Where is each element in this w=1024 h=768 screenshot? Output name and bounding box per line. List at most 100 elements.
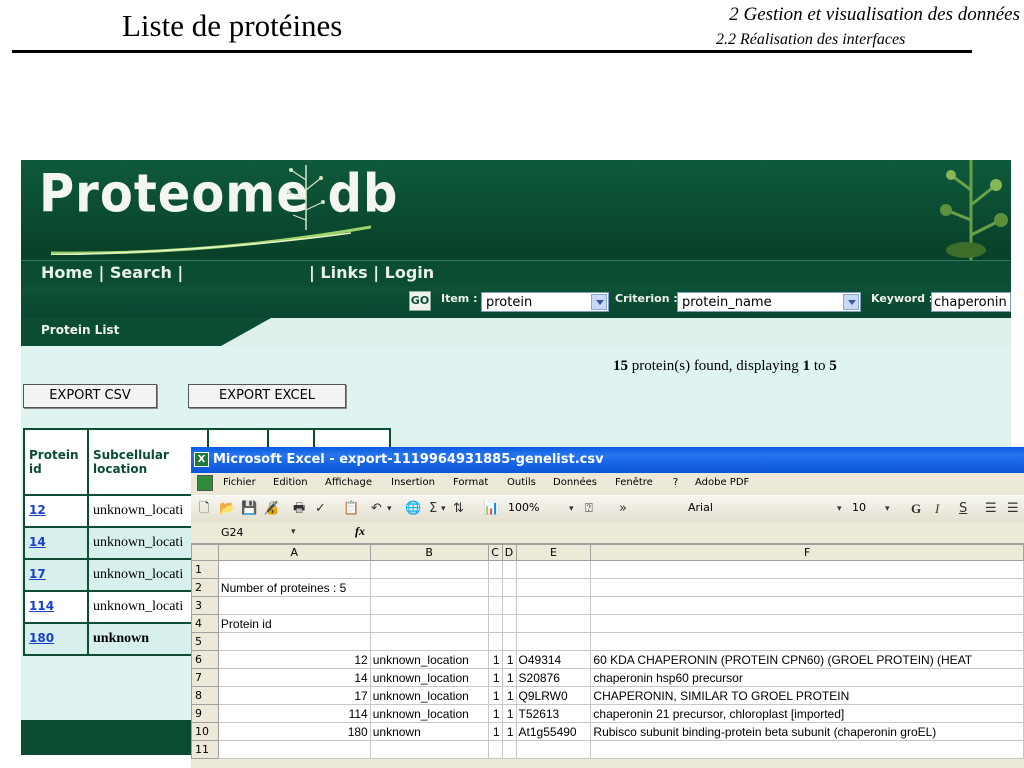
row-header[interactable]: 4 [191, 614, 219, 633]
column-header-d[interactable]: D [501, 544, 517, 561]
criterion-select[interactable]: protein_name [677, 292, 861, 312]
cell[interactable] [369, 740, 489, 759]
cell[interactable]: S20876 [515, 668, 592, 687]
cell[interactable] [487, 740, 503, 759]
cell[interactable] [501, 596, 517, 615]
cell[interactable] [501, 632, 517, 651]
open-folder-icon[interactable]: 📂 [219, 500, 235, 518]
menu-fichier[interactable]: Fichier [223, 477, 256, 488]
cell[interactable]: Q9LRW0 [515, 686, 592, 705]
menu-donnees[interactable]: Données [553, 477, 597, 488]
cell[interactable] [369, 560, 489, 579]
cell[interactable] [515, 578, 592, 597]
tab-protein-list[interactable]: Protein List [21, 318, 271, 346]
cell[interactable]: unknown_location [369, 650, 489, 669]
nav-links-login[interactable]: | Links | Login [309, 263, 434, 282]
cell[interactable]: 180 [217, 722, 371, 741]
menu-help[interactable]: ? [673, 477, 678, 488]
chart-wizard-icon[interactable]: 📊 [483, 500, 499, 518]
cell[interactable]: 1 [501, 722, 517, 741]
menu-adobe-pdf[interactable]: Adobe PDF [695, 477, 749, 488]
cell[interactable]: unknown_location [369, 686, 489, 705]
export-csv-button[interactable]: EXPORT CSV [23, 384, 157, 408]
cell[interactable]: chaperonin hsp60 precursor [590, 668, 1024, 687]
item-select[interactable]: protein [481, 292, 609, 312]
cell[interactable] [515, 614, 592, 633]
cell[interactable] [369, 596, 489, 615]
chevron-down-icon[interactable]: ▾ [569, 500, 574, 518]
cell[interactable] [501, 560, 517, 579]
chevron-down-icon[interactable] [591, 294, 607, 310]
cell[interactable] [501, 578, 517, 597]
toolbar-options-icon[interactable]: » [619, 500, 627, 518]
keyword-input[interactable]: chaperonin [931, 292, 1011, 312]
cell[interactable] [515, 560, 592, 579]
cell[interactable]: 114 [217, 704, 371, 723]
cell[interactable]: unknown_location [369, 704, 489, 723]
column-header-c[interactable]: C [487, 544, 503, 561]
row-header[interactable]: 2 [191, 578, 219, 597]
nav-home-search[interactable]: Home | Search | [41, 263, 183, 282]
cell[interactable]: 1 [501, 668, 517, 687]
cell[interactable] [217, 740, 371, 759]
column-header-b[interactable]: B [369, 544, 489, 561]
go-button[interactable]: GO [409, 291, 431, 311]
undo-icon[interactable]: ↶ [371, 500, 382, 518]
cell[interactable]: CHAPERONIN, SIMILAR TO GROEL PROTEIN [590, 686, 1024, 705]
menu-edition[interactable]: Edition [273, 477, 308, 488]
cell[interactable]: At1g55490 [515, 722, 592, 741]
cell[interactable]: 1 [501, 650, 517, 669]
cell[interactable]: O49314 [515, 650, 592, 669]
font-size-box[interactable]: 10 [849, 500, 881, 518]
cell[interactable] [590, 596, 1024, 615]
chevron-down-icon[interactable]: ▾ [885, 500, 890, 518]
menu-format[interactable]: Format [453, 477, 488, 488]
cell[interactable]: 1 [501, 686, 517, 705]
menu-insertion[interactable]: Insertion [391, 477, 435, 488]
cell[interactable]: 1 [487, 722, 503, 741]
cell[interactable]: chaperonin 21 precursor, chloroplast [im… [590, 704, 1024, 723]
name-box[interactable]: G24 [221, 524, 301, 541]
row-header[interactable]: 7 [191, 668, 219, 687]
autosum-icon[interactable]: Σ [429, 500, 437, 518]
cell[interactable] [590, 614, 1024, 633]
cell[interactable] [369, 614, 489, 633]
cell[interactable] [487, 614, 503, 633]
italic-icon[interactable]: I [935, 500, 939, 518]
sort-ascending-icon[interactable]: ⇅ [453, 500, 464, 518]
row-header[interactable]: 1 [191, 560, 219, 579]
protein-id-cell[interactable]: 180 [23, 622, 89, 656]
menu-affichage[interactable]: Affichage [325, 477, 372, 488]
cell[interactable] [501, 614, 517, 633]
row-header[interactable]: 6 [191, 650, 219, 669]
cell[interactable]: 1 [487, 668, 503, 687]
font-name-box[interactable]: Arial [685, 500, 843, 518]
cell[interactable]: 17 [217, 686, 371, 705]
cell[interactable]: 12 [217, 650, 371, 669]
cell[interactable]: 60 KDA CHAPERONIN (PROTEIN CPN60) (GROEL… [590, 650, 1024, 669]
cell[interactable] [515, 596, 592, 615]
cell[interactable]: 1 [487, 704, 503, 723]
menu-outils[interactable]: Outils [507, 477, 536, 488]
row-header[interactable]: 5 [191, 632, 219, 651]
cell[interactable] [487, 596, 503, 615]
save-icon[interactable]: 💾 [241, 500, 257, 518]
chevron-down-icon[interactable]: ▾ [291, 523, 296, 541]
cell[interactable] [217, 596, 371, 615]
cell[interactable]: 1 [487, 650, 503, 669]
column-header-f[interactable]: F [590, 544, 1024, 561]
paste-icon[interactable]: 📋 [343, 500, 359, 518]
column-header-e[interactable]: E [515, 544, 592, 561]
protein-id-link[interactable]: 114 [29, 599, 54, 613]
cell[interactable] [487, 560, 503, 579]
cell[interactable] [501, 740, 517, 759]
cell[interactable]: Number of proteines : 5 [217, 578, 371, 597]
cell[interactable] [515, 740, 592, 759]
print-icon[interactable]: 🖶 [293, 500, 305, 518]
column-header-a[interactable]: A [217, 544, 371, 561]
fx-icon[interactable]: fx [355, 524, 365, 539]
bold-icon[interactable]: G [911, 500, 921, 518]
cell[interactable] [217, 632, 371, 651]
select-all-corner[interactable] [191, 544, 219, 561]
cell[interactable] [487, 578, 503, 597]
